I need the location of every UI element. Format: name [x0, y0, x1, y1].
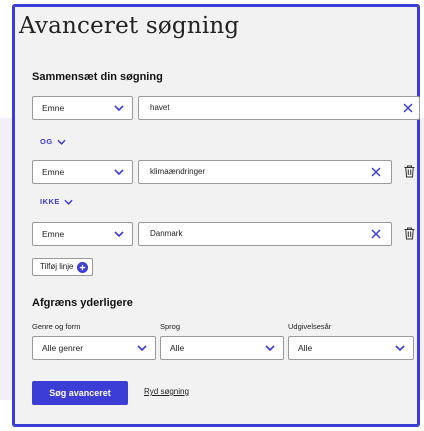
genre-filter-select[interactable]: Alle genrer — [32, 336, 156, 360]
page-title: Avanceret søgning — [19, 13, 240, 39]
advanced-search-button[interactable]: Søg avanceret — [32, 381, 128, 405]
chevron-down-icon — [114, 169, 124, 175]
plus-circle-icon — [77, 261, 89, 273]
row-3-field-value: Emne — [42, 229, 65, 239]
row-3-field-select[interactable]: Emne — [32, 222, 133, 246]
row-2-field-select[interactable]: Emne — [32, 160, 133, 184]
add-line-label: Tilføj linje — [40, 262, 74, 271]
year-filter-value: Alle — [298, 343, 313, 353]
chevron-down-icon — [57, 139, 66, 145]
row-1-search-input[interactable]: havet — [138, 96, 420, 120]
chevron-down-icon — [395, 345, 405, 351]
operator-label-2: IKKE — [40, 197, 60, 206]
chevron-down-icon — [114, 105, 124, 111]
language-filter-value: Alle — [170, 343, 185, 353]
add-line-button[interactable]: Tilføj linje — [32, 258, 94, 276]
language-filter-select[interactable]: Alle — [160, 336, 284, 360]
row-3-search-input[interactable]: Danmark — [138, 222, 392, 246]
year-filter-label: Udgivelsesår — [288, 322, 332, 331]
clear-search-link[interactable]: Ryd søgning — [144, 387, 189, 396]
row-2-search-value: klimaændringer — [150, 167, 206, 176]
row-2-field-value: Emne — [42, 167, 65, 177]
operator-select-2[interactable]: IKKE — [40, 197, 73, 206]
chevron-down-icon — [265, 345, 275, 351]
year-filter-select[interactable]: Alle — [288, 336, 414, 360]
genre-filter-value: Alle genrer — [42, 343, 84, 353]
close-icon[interactable] — [371, 229, 381, 239]
refine-heading: Afgræns yderligere — [32, 297, 133, 309]
close-icon[interactable] — [403, 103, 413, 113]
row-1-search-value: havet — [150, 103, 170, 112]
operator-select-1[interactable]: OG — [40, 137, 66, 146]
trash-icon[interactable] — [404, 227, 415, 240]
genre-filter-label: Genre og form — [32, 322, 81, 331]
row-3-search-value: Danmark — [150, 229, 183, 238]
chevron-down-icon — [64, 199, 73, 205]
operator-label-1: OG — [40, 137, 53, 146]
row-1-field-value: Emne — [42, 103, 65, 113]
compose-heading: Sammensæt din søgning — [32, 71, 163, 83]
language-filter-label: Sprog — [160, 322, 181, 331]
advanced-search-button-label: Søg avanceret — [49, 388, 111, 398]
advanced-search-panel — [12, 4, 420, 427]
chevron-down-icon — [114, 231, 124, 237]
chevron-down-icon — [137, 345, 147, 351]
row-1-field-select[interactable]: Emne — [32, 96, 133, 120]
close-icon[interactable] — [371, 167, 381, 177]
trash-icon[interactable] — [404, 165, 415, 178]
row-2-search-input[interactable]: klimaændringer — [138, 160, 392, 184]
